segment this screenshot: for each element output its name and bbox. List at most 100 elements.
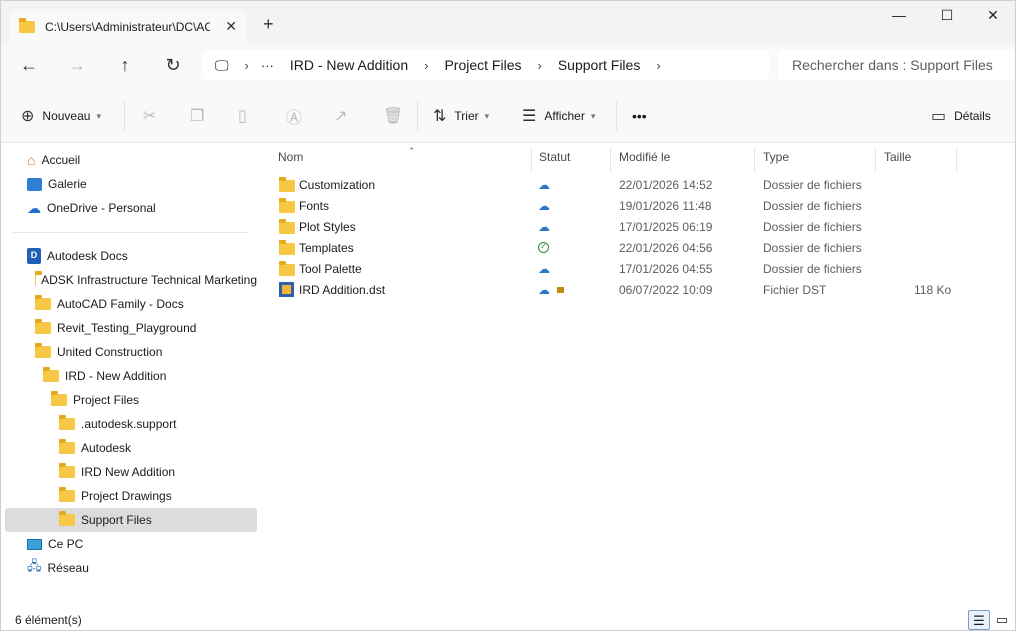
computer-icon[interactable]: 🖵 bbox=[215, 57, 229, 74]
breadcrumb-item-ird-new-addition[interactable]: IRD - New Addition bbox=[290, 57, 408, 73]
file-type: Fichier DST bbox=[763, 283, 827, 297]
more-options-button[interactable]: ••• bbox=[632, 104, 647, 128]
nav-item-label: .autodesk.support bbox=[81, 417, 177, 431]
command-bar: ⊕ Nouveau ▾ ✂ ❐ ▯ Ⓐ ↗ 🗑 ⇅ Trier ▾ ☰ Affi… bbox=[1, 85, 1015, 143]
lock-icon bbox=[557, 287, 564, 293]
plus-circle-icon: ⊕ bbox=[21, 108, 35, 125]
nav-item-tree[interactable]: IRD New Addition bbox=[5, 460, 257, 484]
chevron-right-icon[interactable]: › bbox=[538, 58, 542, 73]
chevron-down-icon: ▾ bbox=[484, 110, 490, 121]
nav-item-tree[interactable]: Project Drawings bbox=[5, 484, 257, 508]
nav-item-tree[interactable]: United Construction bbox=[5, 340, 257, 364]
nav-item-tree[interactable]: .autodesk.support bbox=[5, 412, 257, 436]
breadcrumb-item-support-files[interactable]: Support Files bbox=[558, 57, 640, 73]
new-button[interactable]: ⊕ Nouveau ▾ bbox=[21, 104, 101, 128]
file-type: Dossier de fichiers bbox=[763, 199, 862, 213]
details-button-label: Détails bbox=[954, 109, 991, 123]
column-header-type[interactable]: Type bbox=[755, 148, 876, 172]
delete-button[interactable]: 🗑 bbox=[383, 104, 411, 128]
file-type: Dossier de fichiers bbox=[763, 262, 862, 276]
minimize-button[interactable]: — bbox=[879, 7, 919, 27]
file-row[interactable]: Customization ☁ 22/01/2026 14:52 Dossier… bbox=[270, 175, 970, 196]
nav-item-tree[interactable]: ADSK Infrastructure Technical Marketing bbox=[5, 268, 257, 292]
nav-item-network[interactable]: 🖧 Réseau bbox=[5, 556, 257, 580]
scissors-icon: ✂ bbox=[143, 108, 157, 125]
paste-button[interactable]: ▯ bbox=[238, 104, 255, 128]
column-header-size[interactable]: Taille bbox=[876, 148, 957, 172]
nav-item-tree[interactable]: Autodesk bbox=[5, 436, 257, 460]
folder-icon bbox=[59, 511, 75, 526]
file-name: Customization bbox=[299, 178, 376, 192]
nav-item-label: United Construction bbox=[57, 345, 163, 359]
view-button[interactable]: ☰ Afficher ▾ bbox=[522, 104, 595, 128]
search-input[interactable]: Rechercher dans : Support Files bbox=[778, 50, 1014, 80]
nav-item-this-pc[interactable]: Ce PC bbox=[5, 532, 257, 556]
up-button[interactable]: ↑ bbox=[111, 53, 139, 77]
breadcrumb-overflow-button[interactable]: ··· bbox=[261, 58, 274, 73]
chevron-right-icon[interactable]: › bbox=[424, 58, 428, 73]
nav-item-onedrive[interactable]: ☁ OneDrive - Personal bbox=[5, 196, 257, 220]
sort-button-label: Trier bbox=[454, 109, 479, 123]
network-icon: 🖧 bbox=[27, 558, 42, 573]
sort-button[interactable]: ⇅ Trier ▾ bbox=[433, 104, 489, 128]
nav-item-tree[interactable]: Revit_Testing_Playground bbox=[5, 316, 257, 340]
nav-item-tree[interactable]: IRD - New Addition bbox=[5, 364, 257, 388]
close-window-button[interactable]: ✕ bbox=[973, 7, 1013, 27]
folder-icon bbox=[35, 319, 51, 334]
cut-button[interactable]: ✂ bbox=[143, 104, 164, 128]
breadcrumb-item-project-files[interactable]: Project Files bbox=[444, 57, 521, 73]
new-tab-button[interactable]: + bbox=[263, 14, 274, 35]
refresh-button[interactable]: ↻ bbox=[159, 53, 187, 77]
column-header-modified[interactable]: Modifié le bbox=[611, 148, 755, 172]
nav-item-autodesk-docs[interactable]: D Autodesk Docs bbox=[5, 244, 257, 268]
tab-current[interactable]: C:\Users\Administrateur\DC\ACCDocs\ ✕ bbox=[9, 9, 247, 45]
navigation-bar: ← → ↑ ↻ 🖵 › ··· IRD - New Addition › Pro… bbox=[1, 45, 1015, 85]
folder-icon bbox=[35, 295, 51, 310]
copy-button[interactable]: ❐ bbox=[190, 104, 212, 128]
cloud-icon: ☁ bbox=[538, 262, 550, 276]
chevron-right-icon[interactable]: › bbox=[656, 58, 660, 73]
file-modified: 22/01/2026 14:52 bbox=[619, 178, 713, 192]
file-size: 118 Ko bbox=[914, 283, 952, 297]
file-modified: 22/01/2026 04:56 bbox=[619, 241, 713, 255]
folder-icon bbox=[59, 415, 75, 430]
nav-item-label: Project Drawings bbox=[81, 489, 172, 503]
file-row[interactable]: IRD Addition.dst ☁ 06/07/2022 10:09 Fich… bbox=[270, 280, 970, 301]
column-header-status[interactable]: Statut bbox=[531, 148, 611, 172]
folder-icon bbox=[35, 343, 51, 358]
nav-item-gallery[interactable]: Galerie bbox=[5, 172, 257, 196]
file-row[interactable]: Tool Palette ☁ 17/01/2026 04:55 Dossier … bbox=[270, 259, 970, 280]
file-row[interactable]: Plot Styles ☁ 17/01/2025 06:19 Dossier d… bbox=[270, 217, 970, 238]
details-view-button[interactable]: ☰ bbox=[968, 610, 990, 630]
onedrive-cloud-icon: ☁ bbox=[27, 199, 41, 216]
close-tab-icon[interactable]: ✕ bbox=[225, 18, 237, 35]
details-pane-button[interactable]: ▭ Détails bbox=[931, 104, 991, 128]
nav-item-label: Project Files bbox=[73, 393, 140, 407]
forward-button[interactable]: → bbox=[63, 53, 91, 77]
tiles-view-button[interactable]: ▭ bbox=[991, 610, 1013, 630]
cloud-icon: ☁ bbox=[538, 199, 550, 213]
address-bar[interactable]: 🖵 › ··· IRD - New Addition › Project Fil… bbox=[203, 50, 769, 80]
column-header-name[interactable]: ⌃ Nom bbox=[270, 146, 532, 172]
share-button[interactable]: ↗ bbox=[334, 104, 355, 128]
chevron-right-icon[interactable]: › bbox=[245, 58, 249, 73]
view-list-icon: ☰ bbox=[522, 108, 537, 125]
nav-item-tree[interactable]: AutoCAD Family - Docs bbox=[5, 292, 257, 316]
nav-item-label: AutoCAD Family - Docs bbox=[57, 297, 184, 311]
nav-item-home[interactable]: ⌂ Accueil bbox=[5, 148, 257, 172]
nav-item-tree-selected[interactable]: Support Files bbox=[5, 508, 257, 532]
nav-item-label: Galerie bbox=[48, 177, 87, 191]
rename-button[interactable]: Ⓐ bbox=[286, 104, 310, 128]
back-button[interactable]: ← bbox=[15, 53, 43, 77]
cloud-icon: ☁ bbox=[538, 283, 550, 297]
folder-icon bbox=[59, 463, 75, 478]
maximize-button[interactable]: ☐ bbox=[927, 7, 967, 27]
file-row[interactable]: Templates ✓ 22/01/2026 04:56 Dossier de … bbox=[270, 238, 970, 259]
file-row[interactable]: Fonts ☁ 19/01/2026 11:48 Dossier de fich… bbox=[270, 196, 970, 217]
trash-icon: 🗑 bbox=[383, 108, 404, 125]
nav-item-tree[interactable]: Project Files bbox=[5, 388, 257, 412]
navigation-pane: ⌂ Accueil Galerie ☁ OneDrive - Personal … bbox=[1, 144, 259, 608]
folder-icon bbox=[59, 487, 75, 502]
toolbar-divider bbox=[124, 101, 125, 131]
title-bar: C:\Users\Administrateur\DC\ACCDocs\ ✕ + … bbox=[1, 1, 1015, 45]
